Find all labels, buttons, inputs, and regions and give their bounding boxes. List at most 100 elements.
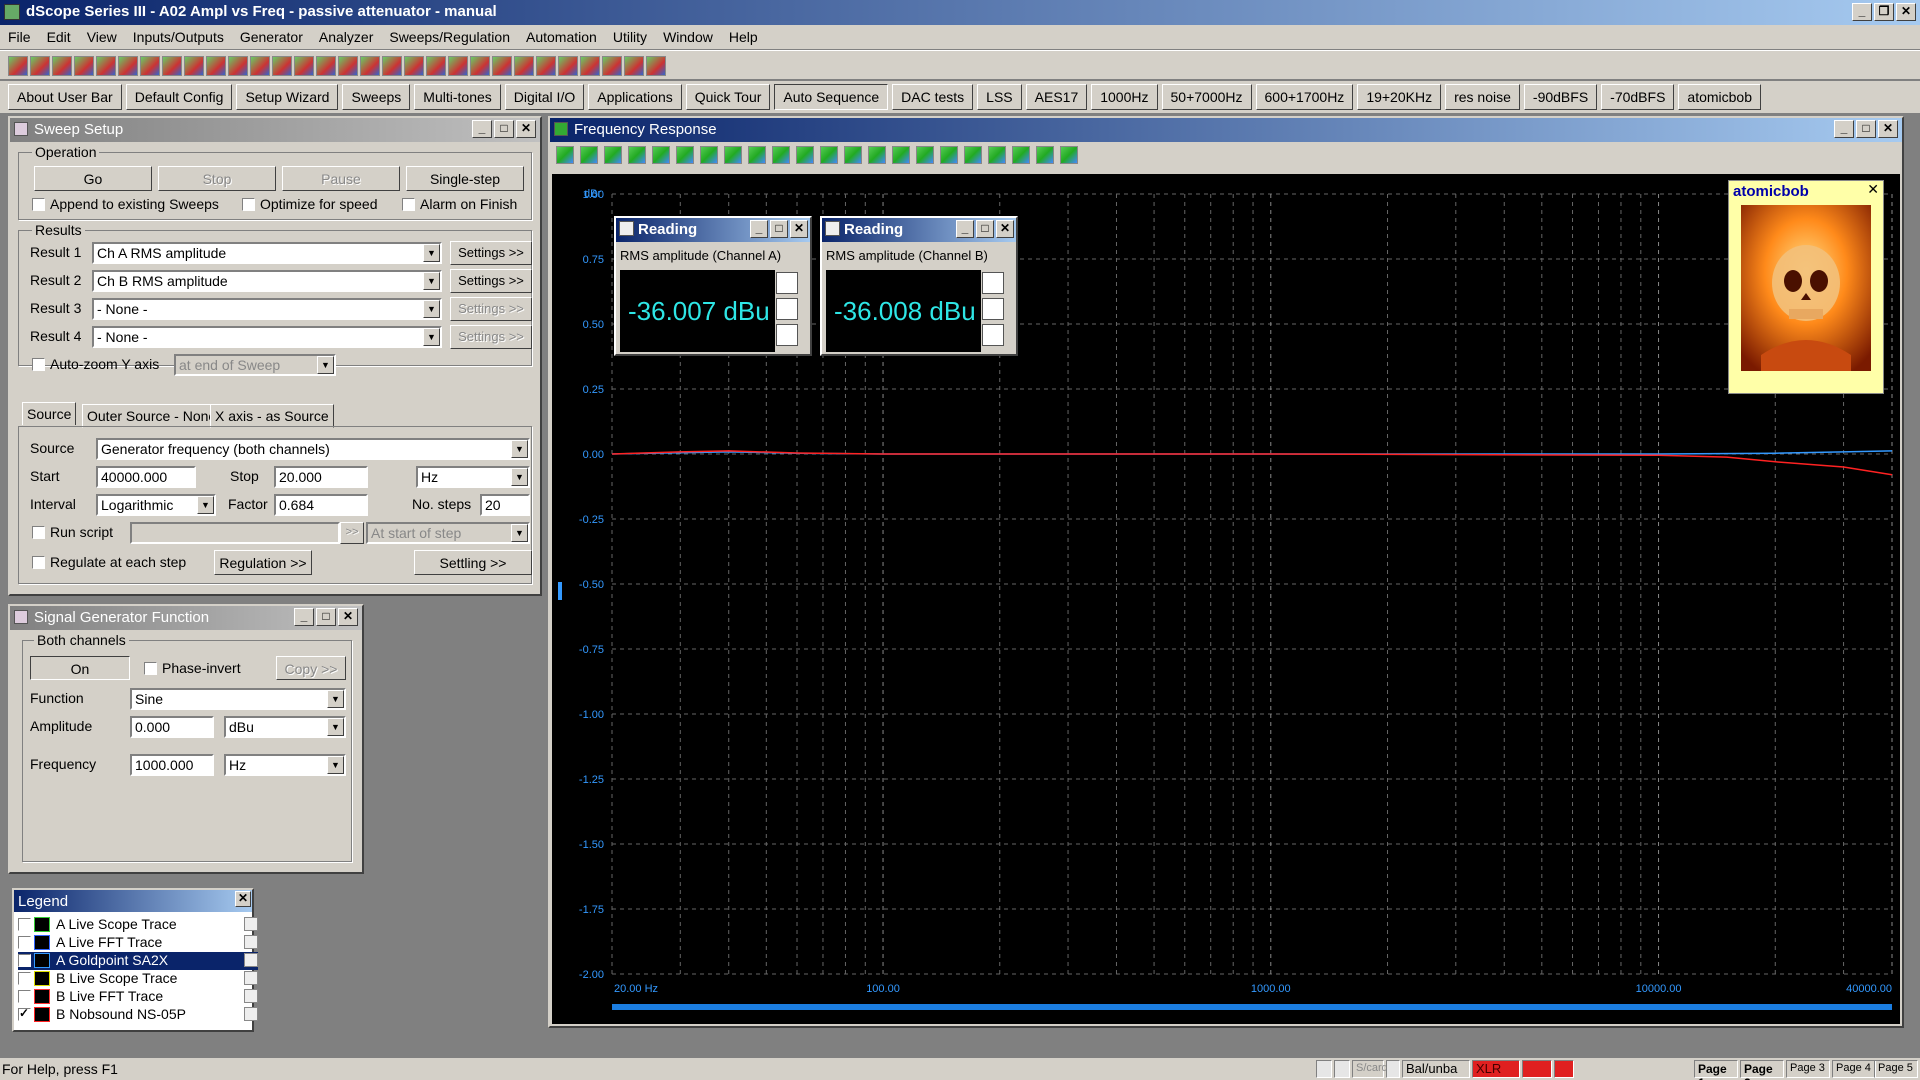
- optimize-checkbox[interactable]: [242, 198, 255, 211]
- maximize-icon[interactable]: □: [770, 220, 788, 238]
- result2-select[interactable]: Ch B RMS amplitude ▼: [92, 270, 442, 292]
- headphones-icon[interactable]: [404, 56, 424, 76]
- copy-icon[interactable]: [244, 1007, 258, 1021]
- phase-invert-checkbox[interactable]: [144, 662, 157, 675]
- autozoom-checkbox[interactable]: [32, 358, 45, 371]
- tools-icon[interactable]: [514, 56, 534, 76]
- page-5-tab[interactable]: Page 5: [1874, 1060, 1918, 1078]
- quick-button-auto-sequence[interactable]: Auto Sequence: [774, 84, 889, 110]
- copy-icon[interactable]: [244, 989, 258, 1003]
- stop-button[interactable]: Stop: [158, 166, 276, 191]
- meter-log-icon[interactable]: [982, 324, 1004, 346]
- meter-probe-icon[interactable]: [982, 298, 1004, 320]
- start-input[interactable]: 40000.000: [96, 466, 196, 488]
- save-as-icon[interactable]: [52, 56, 72, 76]
- quick-button-1000hz[interactable]: 1000Hz: [1091, 84, 1158, 110]
- tab-x-axis[interactable]: X axis - as Source: [210, 404, 334, 428]
- menu-automation[interactable]: Automation: [526, 29, 597, 45]
- export-icon[interactable]: [748, 146, 766, 165]
- script-path-field[interactable]: [130, 522, 340, 544]
- legend-icon[interactable]: [940, 146, 958, 165]
- copy-icon[interactable]: [628, 146, 646, 165]
- monitor-icon[interactable]: [382, 56, 402, 76]
- maximize-icon[interactable]: □: [976, 220, 994, 238]
- page-2-tab[interactable]: Page 2: [1740, 1060, 1784, 1080]
- minimize-icon[interactable]: _: [1834, 120, 1854, 138]
- legend-checkbox[interactable]: [18, 972, 31, 985]
- factor-input[interactable]: 0.684: [274, 494, 368, 516]
- go-button[interactable]: Go: [34, 166, 152, 191]
- quick-button-50-7000hz[interactable]: 50+7000Hz: [1161, 84, 1252, 110]
- copy-icon[interactable]: [244, 917, 258, 931]
- result4-select[interactable]: - None - ▼: [92, 326, 442, 348]
- copy-icon[interactable]: [244, 953, 258, 967]
- link-icon[interactable]: [426, 56, 446, 76]
- legend-checkbox[interactable]: [18, 1006, 31, 1021]
- quick-button-600-1700hz[interactable]: 600+1700Hz: [1255, 84, 1354, 110]
- amplitude-input[interactable]: 0.000: [130, 716, 214, 738]
- pause-button[interactable]: Pause: [282, 166, 400, 191]
- minimize-icon[interactable]: _: [750, 220, 768, 238]
- close-icon[interactable]: ✕: [1867, 181, 1879, 198]
- scope-out-icon[interactable]: [118, 56, 138, 76]
- minimize-icon[interactable]: _: [294, 608, 314, 626]
- meter-settings-icon[interactable]: [776, 272, 798, 294]
- legend-item[interactable]: B Nobsound NS-05P: [18, 1006, 258, 1024]
- function-select[interactable]: Sine ▼: [130, 688, 346, 710]
- menu-analyzer[interactable]: Analyzer: [319, 29, 373, 45]
- record-icon[interactable]: [470, 56, 490, 76]
- eq-icon[interactable]: [492, 56, 512, 76]
- amplitude-unit-select[interactable]: dBu ▼: [224, 716, 346, 738]
- tab-source[interactable]: Source: [22, 402, 77, 425]
- meter-log-icon[interactable]: [776, 324, 798, 346]
- filter-icon[interactable]: [868, 146, 886, 165]
- menu-generator[interactable]: Generator: [240, 29, 303, 45]
- legend-item[interactable]: A Goldpoint SA2X: [18, 952, 258, 970]
- channel-b-icon[interactable]: [316, 56, 336, 76]
- script-when-select[interactable]: At start of step ▼: [366, 522, 530, 544]
- probe-icon[interactable]: [184, 56, 204, 76]
- menu-window[interactable]: Window: [663, 29, 713, 45]
- quick-button-setup-wizard[interactable]: Setup Wizard: [236, 84, 339, 110]
- sweep-icon[interactable]: [228, 56, 248, 76]
- close-icon[interactable]: ✕: [1896, 3, 1916, 21]
- legend-checkbox[interactable]: [18, 990, 31, 1003]
- legend-item[interactable]: A Live Scope Trace: [18, 916, 258, 934]
- chart-scrollbar[interactable]: [612, 1004, 1892, 1010]
- quick-button-atomicbob[interactable]: atomicbob: [1678, 84, 1761, 110]
- fft-out-icon[interactable]: [140, 56, 160, 76]
- cross-icon[interactable]: [338, 56, 358, 76]
- append-checkbox[interactable]: [32, 198, 45, 211]
- close-icon[interactable]: ✕: [996, 220, 1014, 238]
- graph-settings-icon[interactable]: [652, 146, 670, 165]
- maximize-icon[interactable]: □: [316, 608, 336, 626]
- scope-icon[interactable]: [1012, 146, 1030, 165]
- open-icon[interactable]: [8, 56, 28, 76]
- copy-button[interactable]: Copy >>: [276, 656, 346, 680]
- normalize-icon[interactable]: [916, 146, 934, 165]
- generator-out-icon[interactable]: [74, 56, 94, 76]
- undo-icon[interactable]: [820, 146, 838, 165]
- dial-icon[interactable]: [558, 56, 578, 76]
- analyzer-out-icon[interactable]: [96, 56, 116, 76]
- result3-settings-button[interactable]: Settings >>: [450, 297, 532, 321]
- result1-settings-button[interactable]: Settings >>: [450, 241, 532, 265]
- close-icon[interactable]: ✕: [516, 120, 536, 138]
- filter-icon[interactable]: [250, 56, 270, 76]
- redo-icon[interactable]: [844, 146, 862, 165]
- frequency-unit-select[interactable]: Hz ▼: [224, 754, 346, 776]
- menu-edit[interactable]: Edit: [47, 29, 71, 45]
- legend-item[interactable]: B Live FFT Trace: [18, 988, 258, 1006]
- menu-help[interactable]: Help: [729, 29, 758, 45]
- copy-icon[interactable]: [244, 935, 258, 949]
- trace-icon[interactable]: [676, 146, 694, 165]
- meter-icon[interactable]: [162, 56, 182, 76]
- quick-button-about-user-bar[interactable]: About User Bar: [8, 84, 122, 110]
- meter-settings-icon[interactable]: [982, 272, 1004, 294]
- menu-view[interactable]: View: [87, 29, 117, 45]
- channel-a-icon[interactable]: [294, 56, 314, 76]
- overlay-icon[interactable]: [892, 146, 910, 165]
- quick-button-70dbfs[interactable]: -70dBFS: [1601, 84, 1675, 110]
- legend-checkbox[interactable]: [18, 952, 31, 967]
- zero-marker[interactable]: [558, 582, 562, 600]
